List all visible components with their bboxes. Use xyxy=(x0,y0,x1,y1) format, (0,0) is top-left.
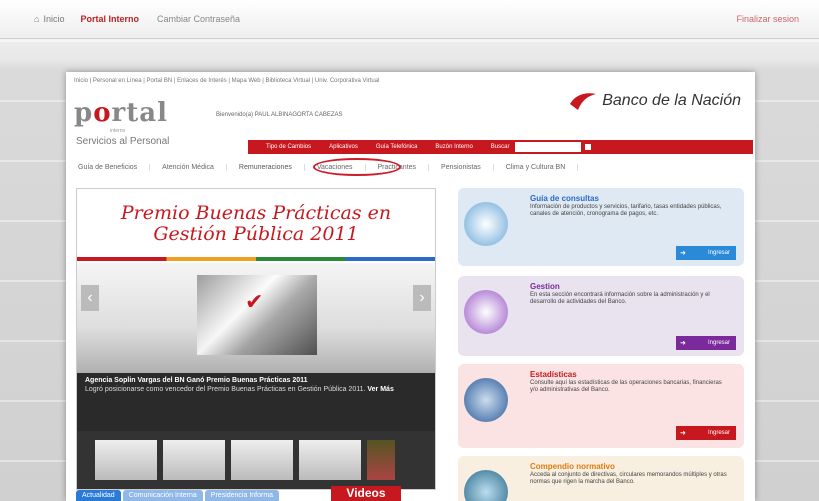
caption-body: Logró posicionarse como vencedor del Pre… xyxy=(85,386,427,393)
videos-button[interactable]: Videos xyxy=(331,486,401,501)
logout-link[interactable]: Finalizar sesion xyxy=(736,14,799,24)
card-title: Guía de consultas xyxy=(530,194,599,203)
people-icon xyxy=(464,290,508,334)
submenu-pensioners[interactable]: Pensionistas xyxy=(429,163,494,171)
card-compendio: Compendio normativo Acceda al conjunto d… xyxy=(458,456,744,501)
bank-name: Banco de la Nación xyxy=(602,92,741,109)
logo-subtext: interno xyxy=(110,128,126,134)
change-password-link[interactable]: Cambiar Contraseña xyxy=(157,14,240,24)
color-rule xyxy=(77,257,435,261)
submenu-benefits[interactable]: Guía de Beneficios xyxy=(66,163,151,171)
thumbnail[interactable] xyxy=(231,440,293,480)
read-more-link[interactable]: Ver Más xyxy=(367,386,393,393)
thumbnail-strip xyxy=(77,431,435,489)
card-estadisticas: Estadísticas Consulte aquí las estadísti… xyxy=(458,364,744,448)
card-title: Estadísticas xyxy=(530,370,577,379)
search-input[interactable] xyxy=(515,142,582,152)
submenu-medical[interactable]: Atención Médica xyxy=(150,163,227,171)
card-gestion: Gestion En esta sección encontrará infor… xyxy=(458,276,744,356)
trophy-image xyxy=(197,275,317,355)
bank-swirl-icon xyxy=(570,93,597,110)
prev-arrow-icon[interactable]: ‹ xyxy=(81,285,99,311)
submenu: Guía de Beneficios Atención Médica Remun… xyxy=(66,160,755,174)
globe-icon xyxy=(464,378,508,422)
card-consultas: Guía de consultas Información de product… xyxy=(458,188,744,266)
top-bar: ⌂ Inicio Portal Interno Cambiar Contrase… xyxy=(0,0,819,39)
caption-headline: Agencia Soplin Vargas del BN Ganó Premio… xyxy=(85,377,308,384)
submenu-remuneraciones[interactable]: Remuneraciones xyxy=(227,163,305,171)
card-title: Gestion xyxy=(530,282,560,291)
estadisticas-ingresar-button[interactable]: Ingresar xyxy=(676,426,736,440)
breadcrumb[interactable]: Inicio | Personal en Línea | Portal BN |… xyxy=(74,78,379,84)
search-button[interactable] xyxy=(585,144,592,150)
slide-title-line2: Gestión Pública 2011 xyxy=(153,223,359,245)
red-nav-bar: Tipo de Cambios Aplicativos Guía Telefón… xyxy=(248,140,753,154)
thumbnail[interactable] xyxy=(95,440,157,480)
slide-title: Premio Buenas Prácticas en Gestión Públi… xyxy=(77,203,435,245)
slide-title-line1: Premio Buenas Prácticas en xyxy=(120,202,392,224)
card-title: Compendio normativo xyxy=(530,462,615,471)
bank-logo: Banco de la Nación xyxy=(568,90,741,112)
applications-link[interactable]: Aplicativos xyxy=(329,144,358,150)
portal-page: Inicio | Personal en Línea | Portal BN |… xyxy=(66,72,755,501)
thumbnail[interactable] xyxy=(163,440,225,480)
news-slider[interactable]: Premio Buenas Prácticas en Gestión Públi… xyxy=(76,188,436,490)
magnifier-icon xyxy=(464,202,508,246)
thumbnail[interactable] xyxy=(367,440,395,480)
caption-text: Logró posicionarse como vencedor del Pre… xyxy=(85,386,366,393)
consultas-ingresar-button[interactable]: Ingresar xyxy=(676,246,736,260)
internal-mailbox-link[interactable]: Buzón Interno xyxy=(435,144,472,150)
news-tabs: Actualidad Comunicación Interna Presiden… xyxy=(76,490,280,501)
card-description: Consulte aquí las estadísticas de las op… xyxy=(530,380,722,393)
tab-presidencia[interactable]: Presidencia Informa xyxy=(204,490,280,501)
phone-guide-link[interactable]: Guía Telefónica xyxy=(376,144,418,150)
logo-text: portal xyxy=(74,98,168,128)
next-arrow-icon[interactable]: › xyxy=(413,285,431,311)
portal-logo[interactable]: portal interno xyxy=(74,98,168,134)
check-icon: ✔ xyxy=(245,289,264,314)
home-label: Inicio xyxy=(43,14,65,24)
section-title: Servicios al Personal xyxy=(76,136,170,147)
gestion-ingresar-button[interactable]: Ingresar xyxy=(676,336,736,350)
search-label: Buscar xyxy=(490,144,510,150)
welcome-text: Bienvenido(a) PAUL ALBINAGORTA CABEZAS xyxy=(216,112,343,118)
slide-caption: Agencia Soplin Vargas del BN Ganó Premio… xyxy=(77,373,435,431)
exchange-rate-link[interactable]: Tipo de Cambios xyxy=(266,144,311,150)
tab-comunicacion[interactable]: Comunicación Interna xyxy=(122,490,203,501)
thumbnail[interactable] xyxy=(299,440,361,480)
tab-actualidad[interactable]: Actualidad xyxy=(76,490,121,501)
highlight-circle xyxy=(313,158,401,176)
home-icon: ⌂ xyxy=(34,14,40,24)
portal-link[interactable]: Portal Interno xyxy=(80,14,139,24)
card-description: Información de productos y servicios, ta… xyxy=(530,204,722,217)
card-description: En esta sección encontrará información s… xyxy=(530,292,710,305)
card-description: Acceda al conjunto de directivas, circul… xyxy=(530,472,727,485)
books-icon xyxy=(464,470,508,501)
home-link[interactable]: ⌂ Inicio xyxy=(34,14,64,24)
submenu-culture[interactable]: Clima y Cultura BN xyxy=(494,163,579,171)
